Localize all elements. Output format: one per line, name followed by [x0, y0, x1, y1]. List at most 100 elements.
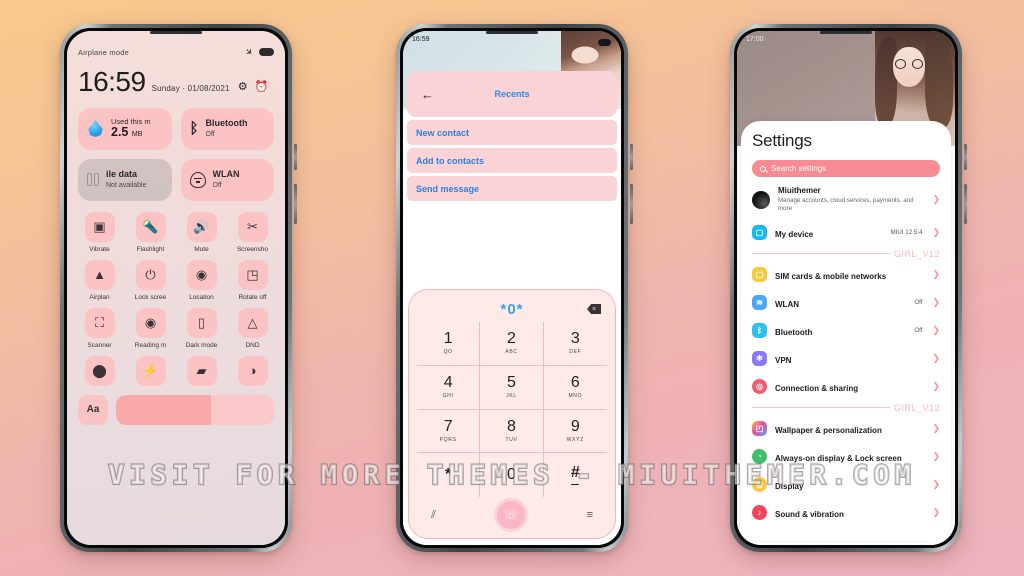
toggle-lock-screen[interactable]: ⏻ Lock scree: [129, 259, 172, 301]
toggle-screenshot[interactable]: ✂ Screensho: [231, 211, 274, 253]
key-1[interactable]: 1 QO: [417, 322, 481, 366]
volume-button[interactable]: [630, 184, 633, 224]
toggle-scanner[interactable]: ⛶ Scanner: [78, 307, 121, 349]
wlan-icon: [189, 171, 206, 188]
clock-date: Sunday · 01/08/2021: [152, 84, 230, 96]
back-arrow-icon[interactable]: ←: [421, 87, 434, 102]
power-button[interactable]: [964, 144, 967, 170]
key-7[interactable]: 7 PQRS: [417, 409, 481, 454]
status-bar-time: 16:59: [412, 36, 430, 43]
toggle-power-saver[interactable]: ⚡: [129, 355, 172, 386]
volume-button[interactable]: [294, 184, 297, 224]
chevron-right-icon: ❯: [932, 423, 940, 434]
scanner-icon: ⛶: [84, 307, 115, 338]
bluetooth-icon: ᛒ: [752, 323, 767, 339]
earpiece-speaker: [150, 31, 202, 34]
settings-row-sim-cards[interactable]: ▢ SIM cards & mobile networks ❯: [752, 261, 940, 289]
brightness-slider[interactable]: [116, 394, 274, 425]
search-input[interactable]: Search settings: [752, 160, 940, 177]
toggle-vibrate[interactable]: ▣ Vibrate: [78, 211, 121, 253]
wallpaper-girl-hair-right: [925, 35, 953, 127]
watermark-text: VISIT FOR MORE THEMES - MIUITHEMER.COM: [107, 458, 916, 491]
settings-row-wlan[interactable]: ≋ WLAN Off ❯: [752, 289, 940, 317]
settings-row-vpn[interactable]: ✻ VPN ❯: [752, 345, 940, 373]
settings-row-bluetooth[interactable]: ᛒ Bluetooth Off ❯: [752, 317, 940, 345]
key-6[interactable]: 6 MNO: [543, 366, 607, 410]
chevron-right-icon: ❯: [932, 507, 940, 518]
toggle-headphones[interactable]: ⬤: [78, 355, 121, 386]
backspace-icon[interactable]: ×: [587, 304, 601, 314]
bluetooth-tile[interactable]: ᛒ Bluetooth Off: [180, 107, 274, 150]
call-icon[interactable]: ☏: [497, 501, 526, 529]
settings-row-account[interactable]: Miuithemer Manage accounts, cloud servic…: [752, 181, 940, 219]
dialer-title: Recents: [494, 89, 530, 99]
settings-row-my-device[interactable]: ▢ My device MIUI 12.5.4 ❯: [752, 219, 940, 247]
toggle-label: Flashlight: [136, 245, 165, 253]
key-digit: 2: [507, 330, 516, 348]
power-button[interactable]: [630, 144, 633, 170]
toggle-dnd[interactable]: △ DND: [231, 307, 274, 349]
toggle-location[interactable]: ◉ Location: [180, 259, 223, 301]
key-8[interactable]: 8 TUV: [480, 409, 544, 454]
alarm-clock-icon[interactable]: ⏰: [255, 81, 269, 93]
toggle-label: Dark mode: [185, 341, 218, 349]
keypad-hide-icon[interactable]: ⫽: [431, 509, 436, 522]
cast-icon: ▰: [186, 355, 217, 386]
header-action-icons[interactable]: ⚙ ⏰: [238, 81, 269, 96]
clock-date-value: 01/08/2021: [187, 83, 230, 93]
section-divider-1: GIRL_V12: [752, 249, 940, 259]
action-add-to-contacts[interactable]: Add to contacts: [407, 148, 617, 173]
settings-row-connection-sharing[interactable]: ◎ Connection & sharing ❯: [752, 373, 940, 401]
dialed-number: *0*: [500, 300, 524, 318]
power-button[interactable]: [294, 144, 297, 170]
action-new-contact[interactable]: New contact: [407, 120, 617, 145]
toggle-flashlight[interactable]: 🔦 Flashlight: [129, 211, 172, 253]
mobile-data-tile-title: ile data: [106, 169, 138, 180]
row-label: Bluetooth: [775, 327, 813, 337]
mobile-data-tile[interactable]: ile data Not available: [78, 158, 172, 201]
key-3[interactable]: 3 DEF: [543, 322, 607, 366]
wlan-tile-state: Off: [212, 181, 222, 189]
settings-row-wallpaper[interactable]: ◰ Wallpaper & personalization ❯: [752, 415, 940, 443]
headphones-icon: ⬤: [84, 355, 115, 386]
lock-screen-icon: ⏻: [135, 259, 166, 290]
key-letters: DEF: [569, 349, 582, 356]
key-letters: TUV: [505, 436, 518, 443]
toggle-reading-mode[interactable]: ◉ Reading m: [129, 307, 172, 349]
status-icons: ✈: [243, 45, 274, 58]
key-5[interactable]: 5 JKL: [480, 365, 544, 410]
settings-gear-icon[interactable]: ⚙: [238, 81, 248, 93]
sound-vibration-icon: ♪: [752, 505, 767, 521]
toggle-dark-mode[interactable]: ▯ Dark mode: [180, 307, 223, 349]
data-usage-tile[interactable]: Used this m 2.5 MB: [78, 107, 172, 150]
dialer-header: ← Recents: [407, 71, 617, 117]
toggle-sync[interactable]: ◑: [231, 355, 274, 386]
volume-button[interactable]: [964, 184, 967, 224]
toggle-label: DND: [245, 341, 260, 349]
chevron-right-icon: ❯: [932, 381, 940, 392]
menu-icon[interactable]: ≡: [587, 509, 593, 521]
wifi-icon: ≋: [752, 295, 767, 311]
toggle-mute[interactable]: 🔊 Mute: [180, 211, 223, 253]
font-size-icon[interactable]: Aa: [78, 394, 108, 425]
key-4[interactable]: 4 GHI: [417, 365, 481, 410]
airplane-icon: ✈: [243, 45, 256, 58]
action-send-message[interactable]: Send message: [407, 176, 617, 201]
settings-row-sound-vibration[interactable]: ♪ Sound & vibration ❯: [752, 499, 940, 527]
toggle-label: Rotate off: [238, 293, 267, 301]
search-placeholder: Search settings: [771, 164, 827, 173]
divider-tag: GIRL_V12: [893, 248, 940, 259]
rotate-icon: ◳: [237, 259, 268, 290]
wlan-tile[interactable]: WLAN Off: [180, 158, 274, 201]
sim-card-icon: [87, 173, 99, 187]
wallpaper-girl-hair-left: [875, 37, 897, 125]
device-icon: ▢: [752, 225, 767, 241]
toggle-rotate[interactable]: ◳ Rotate off: [231, 259, 274, 301]
key-digit: 4: [443, 374, 453, 392]
key-2[interactable]: 2 ABC: [480, 322, 544, 366]
toggle-airplane[interactable]: ▲ Airplan: [78, 259, 121, 301]
airplane-mode-icon: ▲: [84, 259, 115, 290]
key-9[interactable]: 9 WXYZ: [543, 410, 607, 454]
toggle-cast[interactable]: ▰: [180, 355, 223, 386]
brightness-row: Aa: [78, 394, 274, 425]
